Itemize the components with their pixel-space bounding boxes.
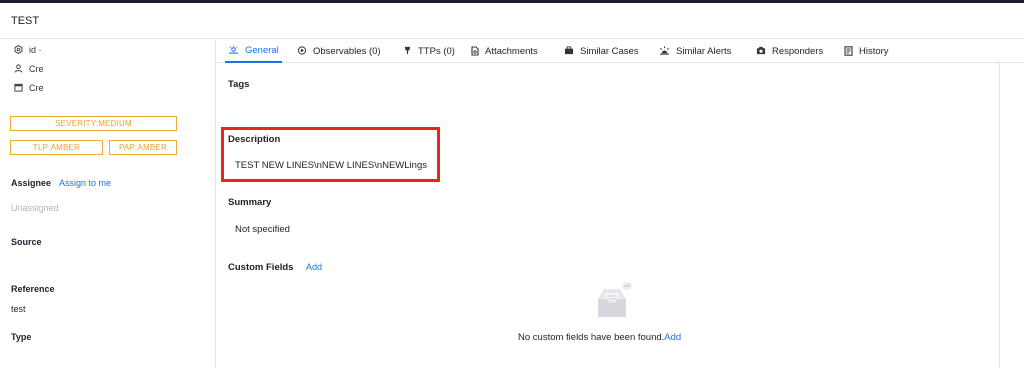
reference-value: test	[11, 304, 26, 314]
severity-badge[interactable]: SEVERITY:MEDIUM	[10, 116, 177, 131]
description-label: Description	[228, 134, 281, 145]
alerts-icon	[659, 46, 670, 57]
tab-responders[interactable]: Responders	[756, 40, 823, 63]
meta-id-label: id ·	[29, 45, 42, 55]
case-header: TEST	[0, 3, 1024, 39]
tab-observables-label: Observables (0)	[313, 46, 381, 57]
settings-icon	[12, 44, 24, 56]
responders-icon	[756, 46, 766, 57]
tab-similar-alerts-label: Similar Alerts	[676, 46, 732, 57]
tab-general[interactable]: General	[225, 40, 282, 63]
tab-similar-alerts[interactable]: Similar Alerts	[659, 40, 731, 63]
general-panel: Tags Description TEST NEW LINES\nNEW LIN…	[216, 63, 1000, 368]
type-label: Type	[11, 332, 32, 342]
tab-attachments[interactable]: Attachments	[471, 40, 538, 63]
tab-responders-label: Responders	[772, 46, 824, 57]
pap-badge[interactable]: PAP:AMBER	[109, 140, 177, 155]
observables-icon	[297, 46, 307, 57]
meta-id-row: id ·	[12, 43, 42, 57]
tab-ttps[interactable]: TTPs (0)	[403, 40, 455, 63]
case-tabs: General Observables (0) TTPs (0) Attachm…	[216, 40, 1024, 63]
calendar-icon	[12, 83, 24, 94]
tags-label: Tags	[228, 79, 250, 90]
tab-history-label: History	[859, 46, 889, 57]
user-icon	[12, 63, 24, 75]
custom-fields-label: Custom Fields	[228, 262, 294, 273]
tab-similar-cases[interactable]: Similar Cases	[564, 40, 639, 63]
tab-history[interactable]: History	[844, 40, 889, 63]
tab-ttps-label: TTPs (0)	[418, 46, 455, 57]
briefcase-icon	[564, 46, 574, 57]
tab-similar-cases-label: Similar Cases	[580, 46, 639, 57]
tlp-badge[interactable]: TLP:AMBER	[10, 140, 103, 155]
ttps-icon	[403, 46, 412, 57]
general-icon	[228, 45, 239, 56]
case-title: TEST	[11, 15, 40, 27]
reference-label: Reference	[11, 284, 55, 294]
assignee-label: Assignee	[11, 178, 52, 188]
assign-to-me-link[interactable]: Assign to me	[59, 178, 111, 188]
empty-inbox-icon	[592, 281, 634, 321]
tab-attachments-label: Attachments	[485, 46, 538, 57]
tab-observables[interactable]: Observables (0)	[297, 40, 381, 63]
source-label: Source	[11, 237, 42, 247]
empty-add-link[interactable]: Add	[664, 332, 681, 343]
summary-text: Not specified	[235, 224, 290, 235]
assignee-value: Unassigned	[11, 203, 59, 213]
case-sidebar: id · Crea Crea SEVERITY:MEDIUM TLP:AMBER…	[0, 40, 216, 368]
empty-custom-fields-message: No custom fields have been found.Add	[518, 332, 681, 343]
attachment-icon	[471, 45, 479, 58]
meta-redaction	[44, 40, 170, 96]
history-icon	[844, 45, 853, 58]
custom-fields-add-link[interactable]: Add	[306, 262, 322, 272]
empty-message-text: No custom fields have been found.	[518, 332, 665, 343]
description-text: TEST NEW LINES\nNEW LINES\nNEWLings	[235, 160, 427, 171]
summary-label: Summary	[228, 197, 272, 208]
tab-general-label: General	[245, 45, 279, 56]
